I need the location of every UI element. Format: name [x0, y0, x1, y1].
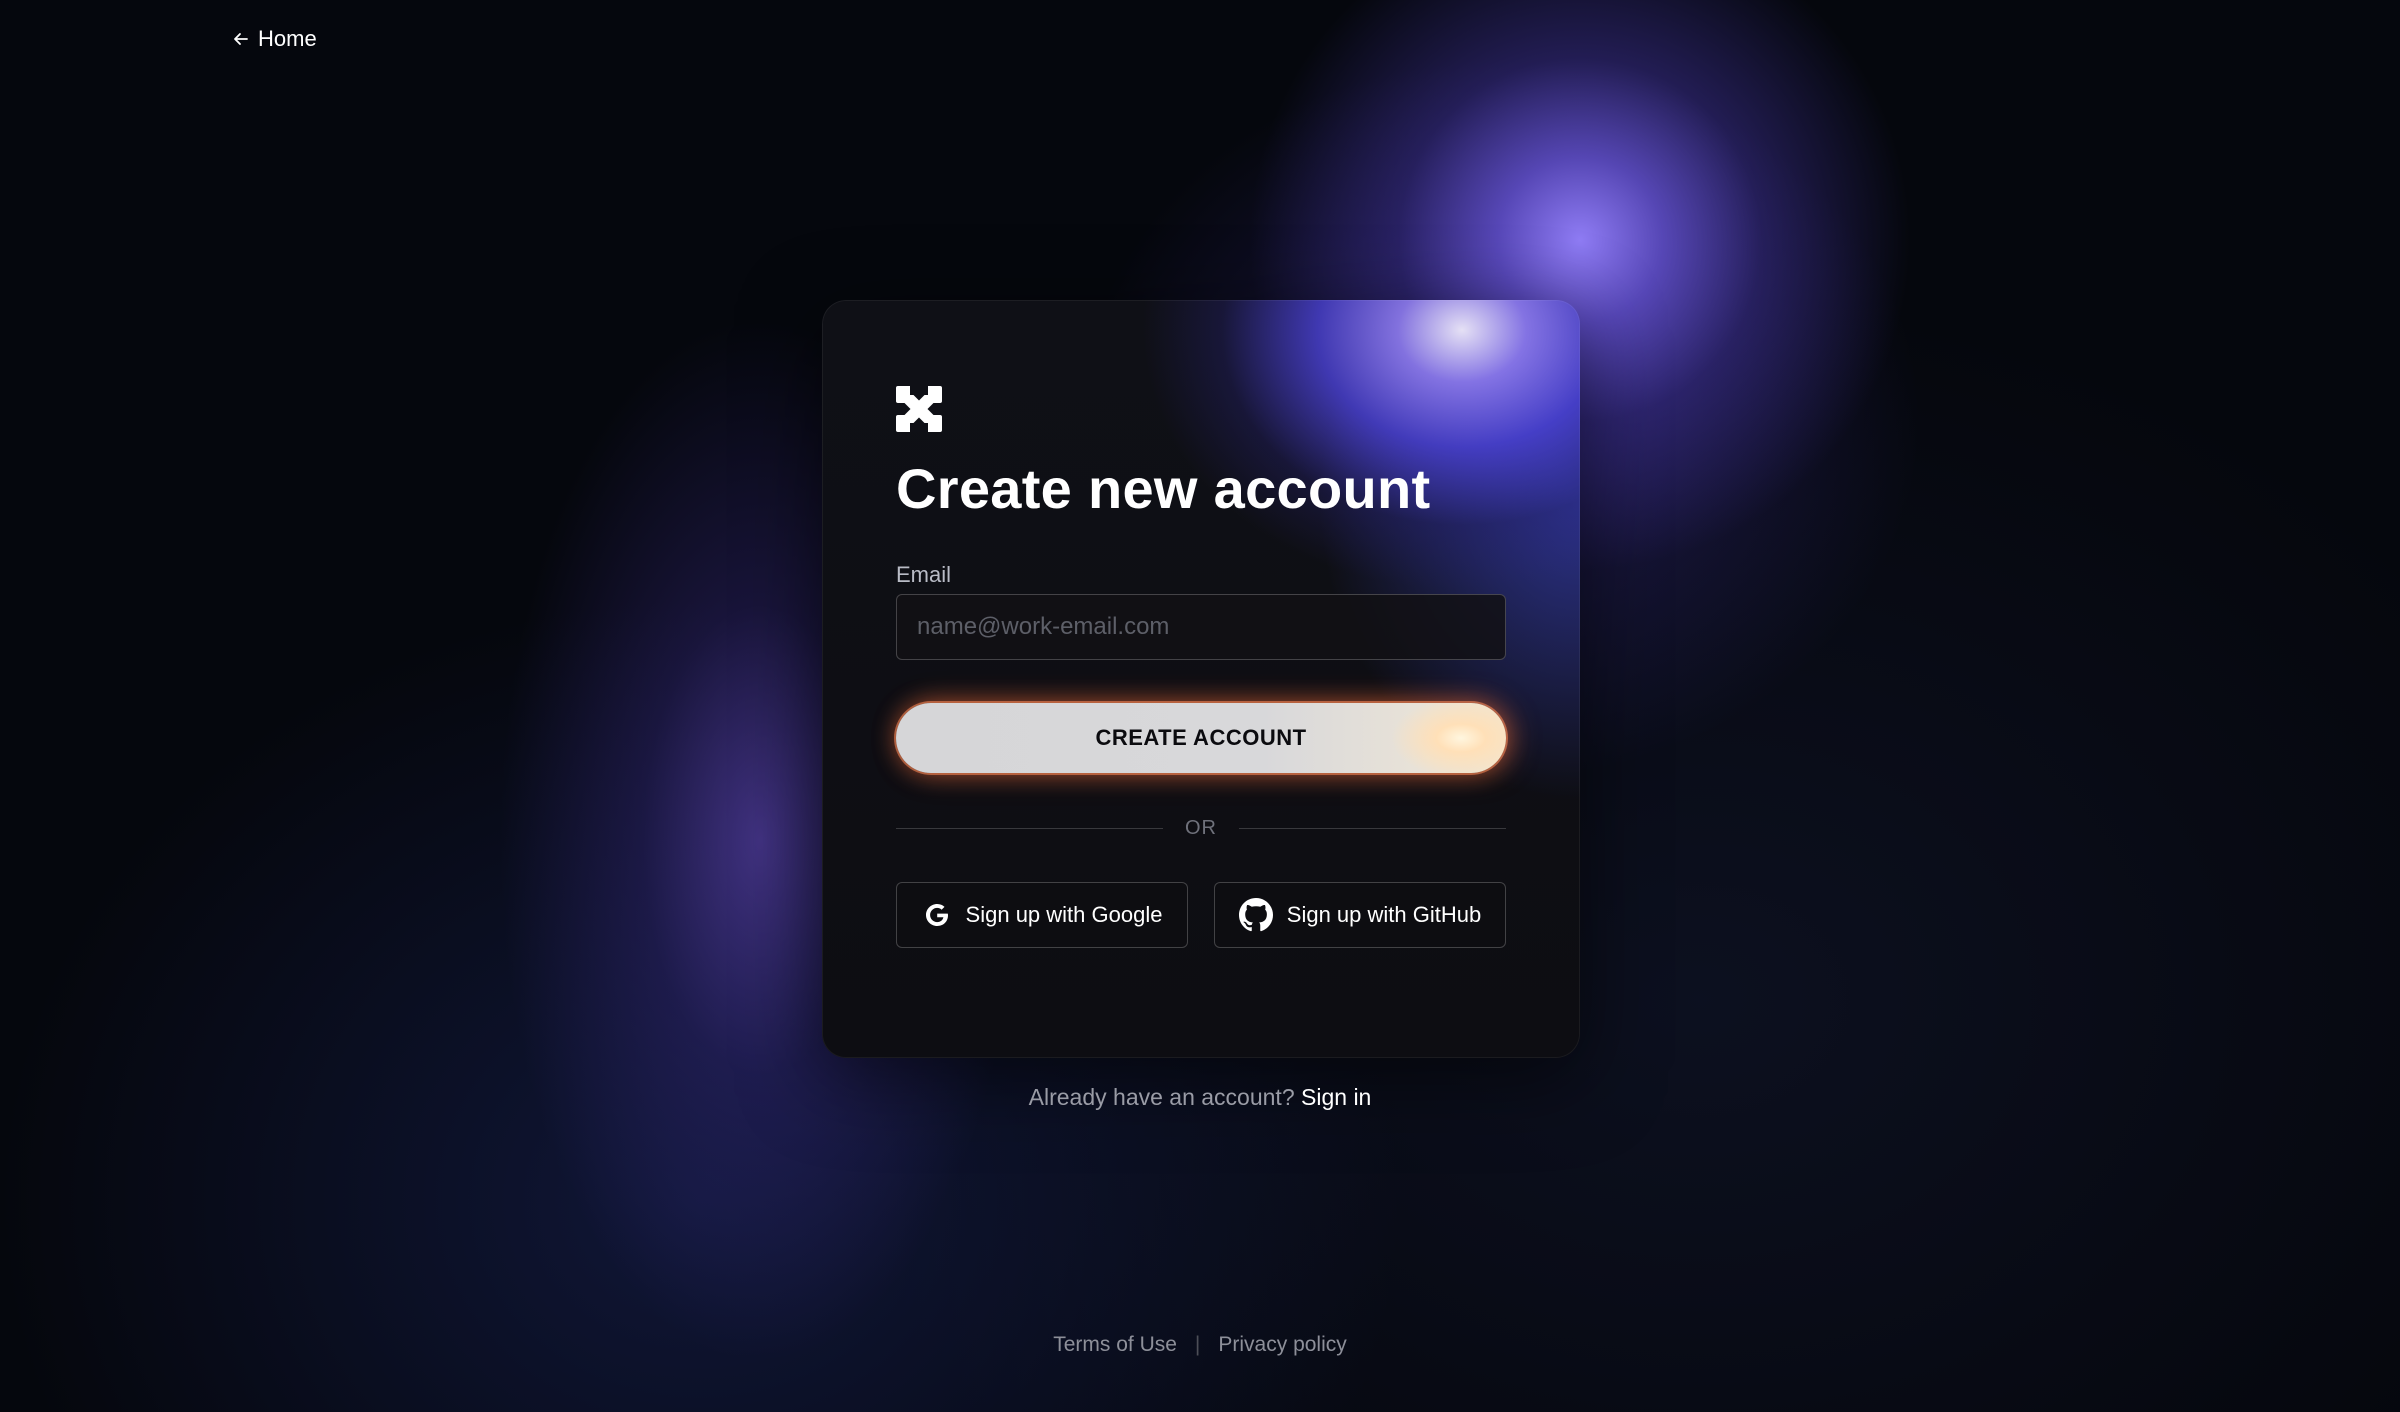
divider-line-right — [1239, 827, 1506, 829]
google-button-label: Sign up with Google — [965, 902, 1163, 927]
create-account-button[interactable]: CREATE ACCOUNT — [896, 703, 1506, 773]
brand-logo-icon — [896, 386, 942, 432]
terms-of-use-link[interactable]: Terms of Use — [1053, 1333, 1177, 1357]
page-title: Create new account — [896, 457, 1431, 520]
github-icon — [1238, 898, 1273, 932]
github-signup-button[interactable]: Sign up with GitHub — [1214, 882, 1506, 948]
home-link[interactable]: Home — [232, 26, 317, 52]
google-icon — [922, 900, 952, 930]
footer: Terms of Use | Privacy policy — [0, 1333, 2400, 1357]
divider-label: OR — [1185, 816, 1217, 839]
github-button-label: Sign up with GitHub — [1286, 902, 1482, 927]
signup-page: Home Create new account Email CREATE ACC… — [0, 0, 2400, 1412]
email-label: Email — [896, 562, 952, 587]
arrow-left-icon — [232, 30, 250, 48]
signin-prompt-text: Already have an account? — [1028, 1084, 1302, 1110]
footer-separator: | — [1194, 1333, 1201, 1356]
privacy-policy-link[interactable]: Privacy policy — [1218, 1333, 1346, 1357]
social-signup-row: Sign up with Google Sign up with GitHub — [896, 882, 1506, 948]
or-divider: OR — [896, 815, 1506, 841]
signin-prompt: Already have an account? Sign in — [0, 1084, 2400, 1111]
home-link-label: Home — [258, 26, 317, 51]
google-signup-button[interactable]: Sign up with Google — [896, 882, 1188, 948]
signin-link[interactable]: Sign in — [1301, 1084, 1371, 1110]
divider-line-left — [896, 827, 1163, 829]
signup-card: Create new account Email CREATE ACCOUNT … — [822, 300, 1580, 1058]
email-field[interactable] — [896, 594, 1506, 660]
